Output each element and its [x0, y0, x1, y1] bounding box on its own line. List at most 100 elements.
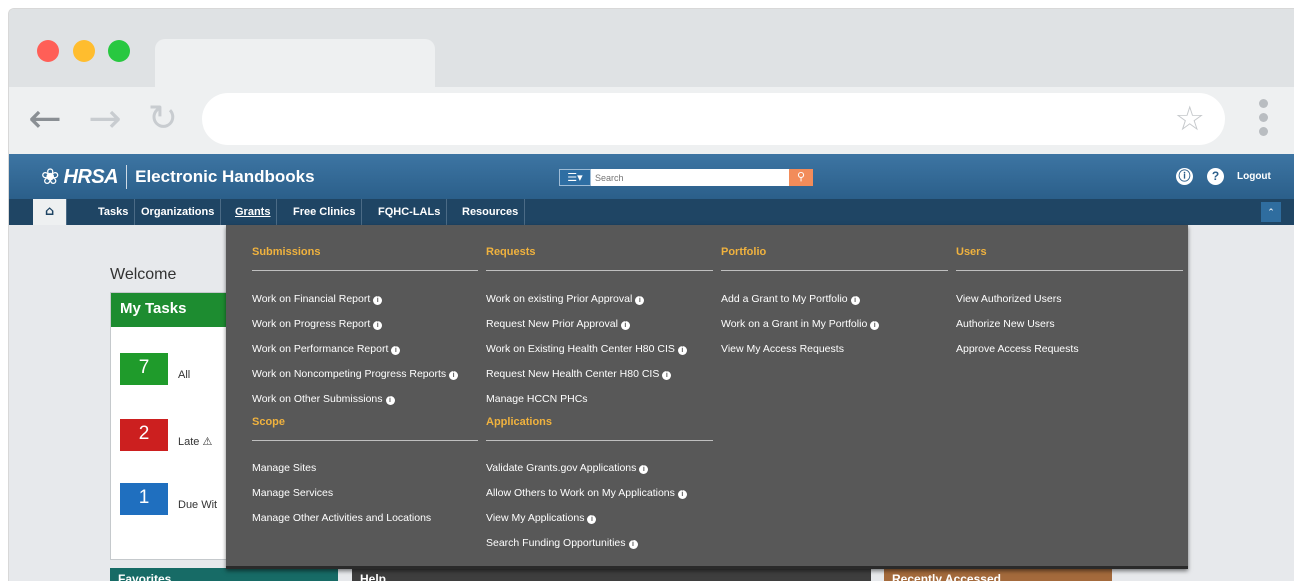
- info-icon: i: [373, 321, 383, 330]
- menu-link[interactable]: View My Applications i: [486, 512, 597, 524]
- menu-link[interactable]: Manage Sites: [252, 462, 316, 474]
- info-icon: i: [677, 490, 687, 499]
- menu-link[interactable]: Work on Financial Report i: [252, 293, 383, 305]
- menu-link[interactable]: Add a Grant to My Portfolio i: [721, 293, 860, 305]
- task-count: 7: [120, 353, 168, 385]
- link-text: Work on Performance Report: [252, 343, 389, 355]
- eagle-icon: ❀: [41, 164, 60, 190]
- info-icon: i: [628, 540, 638, 549]
- menu-link[interactable]: Approve Access Requests: [956, 343, 1079, 355]
- link-text: Add a Grant to My Portfolio: [721, 293, 848, 305]
- reload-icon[interactable]: ↻: [143, 99, 183, 139]
- info-icon: i: [449, 371, 459, 380]
- recently-accessed-panel-header[interactable]: Recently Accessed: [884, 568, 1112, 581]
- menu-link[interactable]: Request New Health Center H80 CIS i: [486, 368, 672, 380]
- menu-link[interactable]: Work on existing Prior Approval i: [486, 293, 645, 305]
- help-panel-header[interactable]: Help: [352, 568, 871, 581]
- nav-fqhc-lals[interactable]: FQHC-LALs: [372, 199, 448, 225]
- link-text: Request New Health Center H80 CIS: [486, 368, 660, 380]
- hrsa-app: ❀ HRSA Electronic Handbooks ☰▾ ⚲ ⓘ ? Log…: [9, 154, 1294, 581]
- app-title: Electronic Handbooks: [135, 167, 315, 186]
- menu-link[interactable]: View Authorized Users: [956, 293, 1061, 305]
- requests-heading: Requests: [486, 225, 713, 271]
- task-count: 2: [120, 419, 168, 451]
- my-tasks-title: My Tasks: [111, 293, 229, 327]
- my-tasks-panel: My Tasks 7 All 2 Late ⚠ 1 Due Wit: [110, 292, 230, 560]
- browser-toolbar: ← → ↻ ☆: [9, 87, 1294, 157]
- menu-link[interactable]: Work on a Grant in My Portfolio i: [721, 318, 880, 330]
- maximize-window-button[interactable]: [108, 40, 130, 62]
- main-nav: ⌂ Tasks Organizations Grants Free Clinic…: [9, 199, 1294, 225]
- nav-tasks[interactable]: Tasks: [92, 199, 136, 225]
- logout-link[interactable]: Logout: [1237, 171, 1271, 182]
- nav-resources[interactable]: Resources: [456, 199, 526, 225]
- menu-link[interactable]: Work on Performance Report i: [252, 343, 401, 355]
- minimize-window-button[interactable]: [73, 40, 95, 62]
- search-icon[interactable]: ⚲: [789, 169, 813, 186]
- search-menu-icon[interactable]: ☰▾: [559, 169, 591, 186]
- task-label: Due Wit: [178, 499, 218, 511]
- home-icon[interactable]: ⌂: [33, 199, 67, 225]
- info-icon: i: [639, 465, 649, 474]
- close-window-button[interactable]: [37, 40, 59, 62]
- menu-link[interactable]: Manage Other Activities and Locations: [252, 512, 431, 524]
- menu-link[interactable]: Manage Services: [252, 487, 333, 499]
- browser-menu-icon[interactable]: [1257, 99, 1271, 141]
- collapse-icon[interactable]: ⌃: [1261, 202, 1281, 222]
- tab-strip: [9, 9, 1294, 87]
- applications-heading: Applications: [486, 395, 713, 441]
- info-icon: i: [587, 515, 597, 524]
- link-text: View My Applications: [486, 512, 585, 524]
- search-bar: ☰▾ ⚲: [559, 169, 813, 186]
- nav-organizations[interactable]: Organizations: [135, 199, 222, 225]
- scope-heading: Scope: [252, 395, 478, 441]
- menu-link[interactable]: Work on Progress Report i: [252, 318, 383, 330]
- back-arrow-icon[interactable]: ←: [25, 99, 65, 139]
- info-icon: i: [373, 296, 383, 305]
- info-icon: i: [662, 371, 672, 380]
- user-icon[interactable]: ⓘ: [1176, 168, 1193, 185]
- brand-name: HRSA: [63, 165, 119, 188]
- nav-grants[interactable]: Grants: [229, 199, 278, 225]
- portfolio-heading: Portfolio: [721, 225, 948, 271]
- hrsa-logo[interactable]: ❀ HRSA Electronic Handbooks: [41, 162, 315, 192]
- link-text: Work on Noncompeting Progress Reports: [252, 368, 447, 380]
- link-text: Work on Progress Report: [252, 318, 371, 330]
- warning-icon: ⚠: [202, 436, 213, 448]
- task-count: 1: [120, 483, 168, 515]
- menu-link[interactable]: Work on Existing Health Center H80 CIS i: [486, 343, 687, 355]
- task-label: Late ⚠: [178, 435, 212, 448]
- link-text: Request New Prior Approval: [486, 318, 618, 330]
- task-label: All: [178, 369, 191, 381]
- link-text: Search Funding Opportunities: [486, 537, 626, 549]
- menu-link[interactable]: Search Funding Opportunities i: [486, 537, 638, 549]
- favorites-panel-header[interactable]: Favorites: [110, 568, 338, 581]
- menu-link[interactable]: View My Access Requests: [721, 343, 844, 355]
- welcome-heading: Welcome: [110, 266, 177, 283]
- info-icon: i: [677, 346, 687, 355]
- link-text: Validate Grants.gov Applications: [486, 462, 637, 474]
- link-text: Allow Others to Work on My Applications: [486, 487, 675, 499]
- task-label-text: Late: [178, 436, 200, 448]
- search-input[interactable]: [591, 169, 789, 186]
- info-icon: i: [850, 296, 860, 305]
- forward-arrow-icon[interactable]: →: [85, 99, 125, 139]
- link-text: Work on Financial Report: [252, 293, 371, 305]
- info-icon: i: [870, 321, 880, 330]
- menu-link[interactable]: Request New Prior Approval i: [486, 318, 630, 330]
- address-bar[interactable]: ☆: [202, 93, 1225, 145]
- logo-divider: [126, 165, 128, 189]
- menu-link[interactable]: Authorize New Users: [956, 318, 1055, 330]
- browser-tab[interactable]: [155, 39, 435, 87]
- menu-link[interactable]: Work on Noncompeting Progress Reports i: [252, 368, 459, 380]
- users-heading: Users: [956, 225, 1183, 271]
- menu-link[interactable]: Validate Grants.gov Applications i: [486, 462, 649, 474]
- bookmark-star-icon[interactable]: ☆: [1175, 101, 1205, 137]
- submissions-heading: Submissions: [252, 225, 478, 271]
- link-text: Work on Existing Health Center H80 CIS: [486, 343, 675, 355]
- info-icon: i: [620, 321, 630, 330]
- menu-link[interactable]: Allow Others to Work on My Applications i: [486, 487, 687, 499]
- nav-free-clinics[interactable]: Free Clinics: [287, 199, 363, 225]
- browser-window: ← → ↻ ☆ ❀ HRSA Electronic Handbooks ☰▾ ⚲…: [8, 8, 1294, 581]
- help-icon[interactable]: ?: [1207, 168, 1224, 185]
